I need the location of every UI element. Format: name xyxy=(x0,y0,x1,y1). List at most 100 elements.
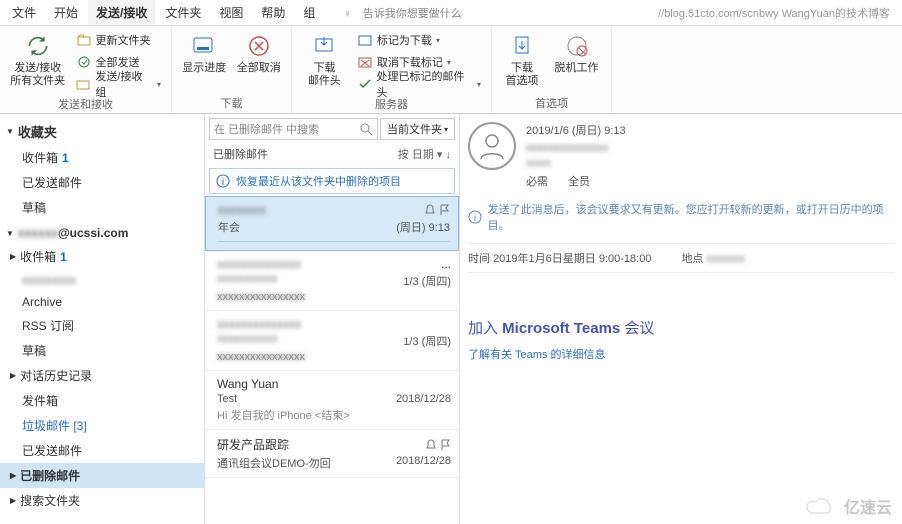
process-marked-button[interactable]: 处理已标记的邮件头 ▾ xyxy=(355,74,483,94)
ribbon-group-send-receive: 发送/接收 所有文件夹 更新文件夹 全部发送 发送/接收组 ▾ 发送和接收 xyxy=(0,26,172,113)
sort-by-dropdown[interactable]: 按 日期 ▾ ↓ xyxy=(398,146,451,162)
message-item[interactable]: xxxxxxxx 年会(周日) 9:13 xyxy=(205,196,459,251)
chevron-down-icon: ▼ xyxy=(6,229,14,238)
teams-join-link[interactable]: 加入 Microsoft Teams 会议 xyxy=(468,317,894,338)
cloud-icon xyxy=(804,495,838,517)
info-bar: i 发送了此消息后，该会议要求又有更新。您应打开较新的更新，或打开日历中的项目。 xyxy=(468,201,894,233)
folder-sent[interactable]: 已发送邮件 xyxy=(0,438,204,463)
message-subject: 通讯组会议DEMO-勿回 xyxy=(217,455,331,471)
menu-group[interactable]: 组 xyxy=(295,0,323,25)
show-progress-button[interactable]: 显示进度 xyxy=(180,30,229,75)
send-all-icon xyxy=(76,54,92,70)
folder-inbox[interactable]: ▶收件箱1 xyxy=(0,244,204,269)
ribbon-group-download: 显示进度 全部取消 下载 xyxy=(172,26,292,113)
folder-group-icon xyxy=(76,76,92,92)
menu-view[interactable]: 视图 xyxy=(211,0,251,25)
reading-subject: xxxxx xyxy=(526,158,626,169)
message-item[interactable]: 研发产品跟踪 通讯组会议DEMO-勿回 2018/12/28 xyxy=(205,430,459,478)
menu-bar: 文件 开始 发送/接收 文件夹 视图 帮助 组 ♀ 告诉我你想要做什么 //bl… xyxy=(0,0,902,26)
ribbon-group-prefs: 下载 首选项 脱机工作 首选项 xyxy=(492,26,612,113)
menu-send-receive[interactable]: 发送/接收 xyxy=(88,0,155,25)
folder-drafts[interactable]: 草稿 xyxy=(0,338,204,363)
tell-me-search[interactable]: ♀ 告诉我你想要做什么 xyxy=(335,1,477,25)
ribbon: 发送/接收 所有文件夹 更新文件夹 全部发送 发送/接收组 ▾ 发送和接收 xyxy=(0,26,902,114)
account-header[interactable]: ▼xxxxxx@ucssi.com xyxy=(0,220,204,244)
folder-search[interactable]: ▶搜索文件夹 xyxy=(0,488,204,513)
folder-rss[interactable]: RSS 订阅 xyxy=(0,313,204,338)
message-date: 1/3 (周四) xyxy=(403,273,451,289)
message-date: 2018/12/28 xyxy=(396,455,451,471)
bell-icon xyxy=(424,204,436,216)
ribbon-label-server: 服务器 xyxy=(300,94,483,112)
search-icon xyxy=(359,122,373,136)
cancel-all-button[interactable]: 全部取消 xyxy=(235,30,284,75)
reading-pane: 2019/1/6 (周日) 9:13 xxxxxxxxxxxxxxx xxxxx… xyxy=(460,114,902,524)
message-from: 研发产品跟踪 xyxy=(217,436,289,453)
message-date: (周日) 9:13 xyxy=(396,219,450,235)
folder-junk[interactable]: 垃圾邮件 [3] xyxy=(0,413,204,438)
folder-conv-history[interactable]: ▶对话历史记录 xyxy=(0,363,204,388)
meeting-time: 2019年1月6日星期日 9:00-18:00 xyxy=(493,253,651,265)
message-date: 2018/12/28 xyxy=(396,393,451,405)
meeting-location: xxxxxxx xyxy=(707,253,746,265)
chevron-right-icon: ▶ xyxy=(10,471,16,480)
fav-drafts[interactable]: 草稿 xyxy=(0,195,204,220)
download-header-icon xyxy=(310,32,338,60)
folder-archive[interactable]: Archive xyxy=(0,291,204,313)
favorites-header[interactable]: ▼收藏夹 xyxy=(0,118,204,145)
person-icon xyxy=(477,131,507,161)
menu-file[interactable]: 文件 xyxy=(4,0,44,25)
search-scope-dropdown[interactable]: 当前文件夹▾ xyxy=(380,118,455,140)
message-item[interactable]: xxxxxxxxxxxxxx xxxxxxxxxxx1/3 (周四) xxxxx… xyxy=(205,311,459,371)
watermark: 亿速云 xyxy=(804,494,892,518)
offline-icon xyxy=(563,32,591,60)
folder-refresh-icon xyxy=(76,32,92,48)
menu-home[interactable]: 开始 xyxy=(46,0,86,25)
recover-deleted-link[interactable]: i 恢复最近从该文件夹中删除的项目 xyxy=(209,168,455,194)
work-offline-button[interactable]: 脱机工作 xyxy=(550,30,603,75)
send-receive-groups-button[interactable]: 发送/接收组 ▾ xyxy=(74,74,163,94)
workspace: ▼收藏夹 收件箱1 已发送邮件 草稿 ▼xxxxxx@ucssi.com ▶收件… xyxy=(0,114,902,524)
progress-icon xyxy=(190,32,218,60)
send-receive-all-button[interactable]: 发送/接收 所有文件夹 xyxy=(8,30,68,88)
url-watermark: //blog.51cto.com/scnbwy WangYuan的技术博客 xyxy=(650,1,898,25)
menu-folder[interactable]: 文件夹 xyxy=(157,0,209,25)
fav-inbox[interactable]: 收件箱1 xyxy=(0,145,204,170)
sender-avatar xyxy=(468,122,516,170)
reading-sender: xxxxxxxxxxxxxxx xyxy=(526,142,626,154)
mark-download-icon xyxy=(357,32,373,48)
download-headers-button[interactable]: 下载 邮件头 xyxy=(300,30,349,88)
message-item[interactable]: xxxxxxxxxxxxxx... xxxxxxxxxxx1/3 (周四) xx… xyxy=(205,251,459,311)
flag-icon xyxy=(440,204,450,216)
message-from: Wang Yuan xyxy=(217,377,278,391)
sync-icon xyxy=(24,32,52,60)
message-preview: Hi 发自我的 iPhone <结束> xyxy=(217,407,451,423)
bell-icon xyxy=(425,439,437,451)
folder-nav-pane: ▼收藏夹 收件箱1 已发送邮件 草稿 ▼xxxxxx@ucssi.com ▶收件… xyxy=(0,114,205,524)
message-subject: 年会 xyxy=(218,219,240,235)
ribbon-label-download: 下载 xyxy=(180,93,283,111)
process-icon xyxy=(357,76,373,92)
message-item[interactable]: Wang Yuan Test2018/12/28 Hi 发自我的 iPhone … xyxy=(205,371,459,430)
download-prefs-button[interactable]: 下载 首选项 xyxy=(500,30,544,88)
teams-learn-more-link[interactable]: 了解有关 Teams 的详细信息 xyxy=(468,346,894,362)
search-input[interactable]: 在 已删除邮件 中搜索 xyxy=(209,118,378,140)
folder-outbox[interactable]: 发件箱 xyxy=(0,388,204,413)
fav-sent[interactable]: 已发送邮件 xyxy=(0,170,204,195)
required-label: 必需 xyxy=(526,173,548,189)
folder-blur[interactable]: xxxxxxxxx xyxy=(0,269,204,291)
chevron-down-icon: ▼ xyxy=(6,127,14,136)
message-date: 1/3 (周四) xyxy=(403,333,451,349)
menu-help[interactable]: 帮助 xyxy=(253,0,293,25)
prefs-icon xyxy=(508,32,536,60)
required-value: 全员 xyxy=(568,173,590,189)
chevron-right-icon: ▶ xyxy=(10,371,16,380)
ribbon-group-server: 下载 邮件头 标记为下载 ▾ 取消下载标记 ▾ 处理已标记的邮件头 ▾ 服务器 xyxy=(292,26,492,113)
folder-deleted[interactable]: ▶已删除邮件 xyxy=(0,463,204,488)
message-list-pane: 在 已删除邮件 中搜索 当前文件夹▾ 已删除邮件 按 日期 ▾ ↓ i 恢复最近… xyxy=(205,114,460,524)
cancel-all-icon xyxy=(245,32,273,60)
update-folder-button[interactable]: 更新文件夹 xyxy=(74,30,163,50)
chevron-right-icon: ▶ xyxy=(10,496,16,505)
mark-download-button[interactable]: 标记为下载 ▾ xyxy=(355,30,483,50)
svg-text:i: i xyxy=(474,213,476,224)
